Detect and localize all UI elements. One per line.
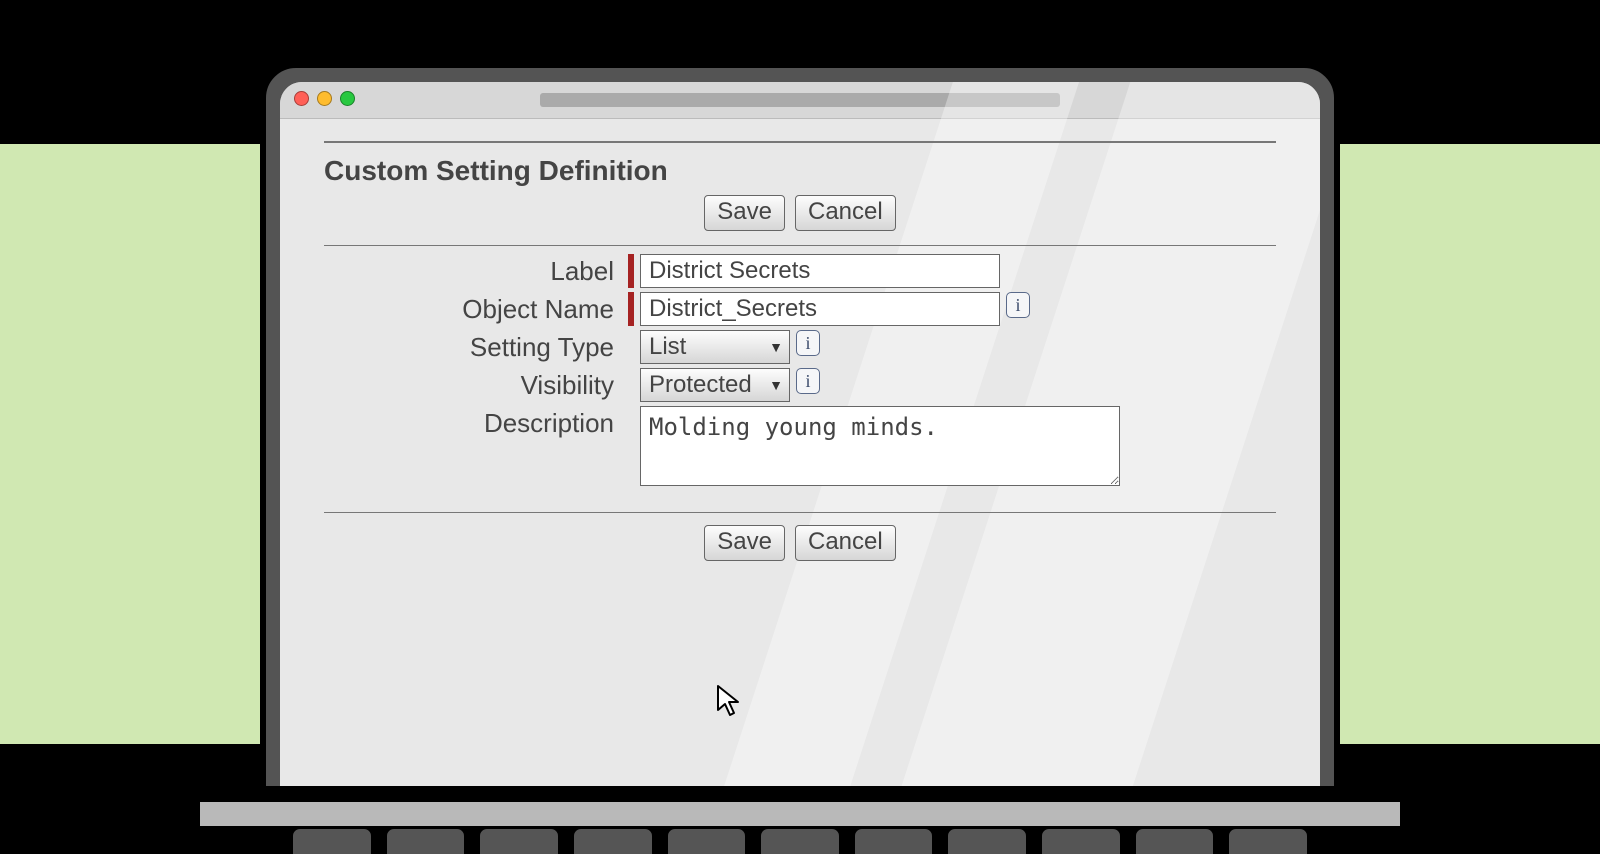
chevron-down-icon: ▼ — [769, 377, 783, 393]
close-window-icon[interactable] — [294, 91, 309, 106]
maximize-window-icon[interactable] — [340, 91, 355, 106]
setting-type-select[interactable]: List ▼ — [640, 330, 790, 364]
info-icon[interactable]: i — [796, 368, 820, 394]
required-indicator — [628, 254, 634, 288]
row-visibility: Visibility Protected ▼ i — [324, 368, 1276, 402]
field-label: Setting Type — [324, 330, 628, 363]
top-button-row: Save Cancel — [324, 195, 1276, 231]
divider — [324, 141, 1276, 143]
visibility-select[interactable]: Protected ▼ — [640, 368, 790, 402]
page-content: Custom Setting Definition Save Cancel La… — [280, 119, 1320, 605]
label-input[interactable] — [640, 254, 1000, 288]
info-icon[interactable]: i — [1006, 292, 1030, 318]
form: Label Object Name i Setting Type List ▼ — [324, 254, 1276, 486]
keyboard-keys — [290, 826, 1310, 854]
cancel-button[interactable]: Cancel — [795, 195, 896, 231]
field-label: Visibility — [324, 368, 628, 401]
row-object-name: Object Name i — [324, 292, 1276, 326]
screen: Custom Setting Definition Save Cancel La… — [280, 82, 1320, 786]
cursor-icon — [716, 684, 744, 718]
info-icon[interactable]: i — [796, 330, 820, 356]
laptop-frame: Custom Setting Definition Save Cancel La… — [260, 62, 1340, 792]
required-indicator — [628, 292, 634, 326]
row-label: Label — [324, 254, 1276, 288]
description-textarea[interactable] — [640, 406, 1120, 486]
setting-type-value: List — [649, 333, 686, 361]
field-label: Description — [324, 406, 628, 439]
minimize-window-icon[interactable] — [317, 91, 332, 106]
laptop-base — [200, 798, 1400, 854]
field-label: Label — [324, 254, 628, 287]
window-controls — [294, 91, 355, 106]
window-titlebar — [280, 82, 1320, 119]
visibility-value: Protected — [649, 371, 752, 399]
bottom-button-row: Save Cancel — [324, 525, 1276, 561]
divider — [324, 245, 1276, 246]
address-bar-placeholder — [540, 93, 1060, 107]
row-setting-type: Setting Type List ▼ i — [324, 330, 1276, 364]
cancel-button[interactable]: Cancel — [795, 525, 896, 561]
section-title: Custom Setting Definition — [324, 155, 1276, 187]
chevron-down-icon: ▼ — [769, 339, 783, 355]
row-description: Description — [324, 406, 1276, 486]
field-label: Object Name — [324, 292, 628, 325]
save-button[interactable]: Save — [704, 525, 785, 561]
divider — [324, 512, 1276, 513]
save-button[interactable]: Save — [704, 195, 785, 231]
object-name-input[interactable] — [640, 292, 1000, 326]
